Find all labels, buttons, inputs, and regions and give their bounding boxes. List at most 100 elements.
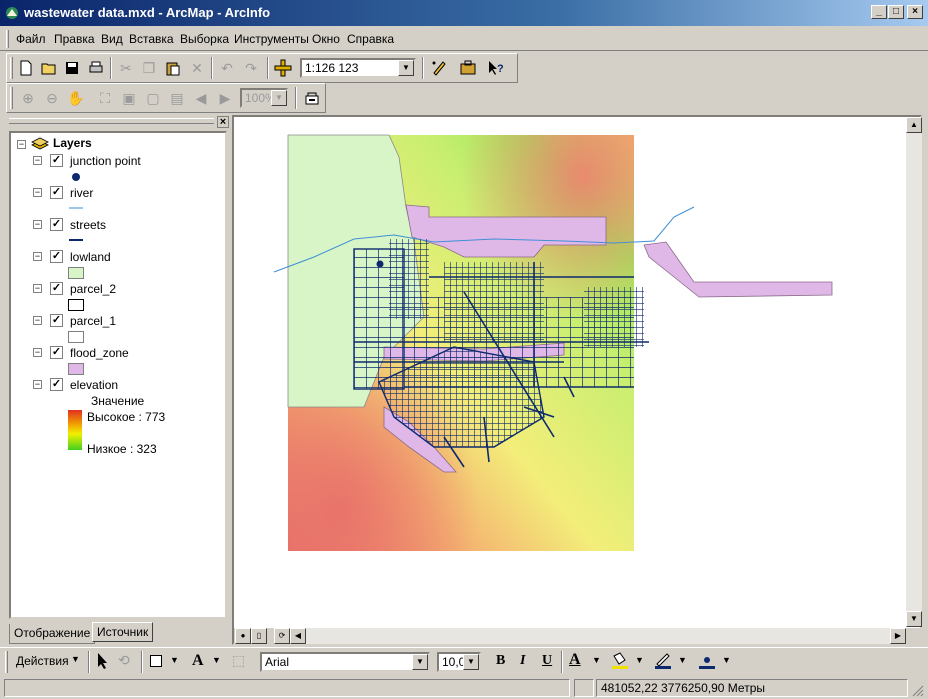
scroll-down-icon[interactable]: ▼ xyxy=(906,611,922,627)
chevron-down-icon[interactable]: ▼ xyxy=(678,655,687,665)
layer-name[interactable]: parcel_2 xyxy=(70,282,116,296)
refresh-icon[interactable]: ⟳ xyxy=(274,628,290,644)
map-canvas[interactable] xyxy=(234,117,904,627)
collapse-layer-toggle[interactable]: − xyxy=(33,380,42,389)
resize-grip-icon[interactable] xyxy=(910,683,924,697)
vertical-scrollbar[interactable]: ▲ ▼ xyxy=(906,117,922,627)
menu-insert[interactable]: Вставка xyxy=(129,32,174,46)
zoom-out-icon[interactable]: ⊖ xyxy=(41,87,63,109)
add-data-icon[interactable] xyxy=(272,57,294,79)
data-view-globe-icon[interactable]: ● xyxy=(235,628,251,644)
arctoolbox-icon[interactable] xyxy=(457,57,479,79)
layer-name[interactable]: parcel_1 xyxy=(70,314,116,328)
save-icon[interactable] xyxy=(61,57,83,79)
toolbar-grip[interactable] xyxy=(5,651,8,673)
zoom-page-icon[interactable]: ▤ xyxy=(166,87,188,109)
copy-icon[interactable]: ❐ xyxy=(138,57,160,79)
menubar-grip[interactable] xyxy=(6,30,9,48)
collapse-layers-toggle[interactable]: − xyxy=(17,140,26,149)
drawing-menu-button[interactable]: Действия xyxy=(16,654,69,668)
layer-visibility-checkbox[interactable]: ✓ xyxy=(50,218,63,231)
pan-icon[interactable]: ✋ xyxy=(65,87,87,109)
rotate-icon[interactable]: ⟲ xyxy=(118,652,130,669)
minimize-button[interactable]: _ xyxy=(871,5,887,19)
maximize-button[interactable]: □ xyxy=(888,5,904,19)
collapse-layer-toggle[interactable]: − xyxy=(33,252,42,261)
toc-close-icon[interactable]: × xyxy=(217,116,229,128)
collapse-layer-toggle[interactable]: − xyxy=(33,156,42,165)
layer-visibility-checkbox[interactable]: ✓ xyxy=(50,378,63,391)
font-color-icon[interactable]: A xyxy=(569,651,581,669)
close-button[interactable]: × xyxy=(907,5,923,19)
layer-name[interactable]: streets xyxy=(70,218,106,232)
line-color-icon[interactable] xyxy=(653,652,673,670)
menu-help[interactable]: Справка xyxy=(347,32,394,46)
tab-source[interactable]: Источник xyxy=(92,622,154,642)
underline-button[interactable]: U xyxy=(542,653,552,669)
layer-name[interactable]: junction point xyxy=(70,154,141,168)
bold-button[interactable]: B xyxy=(496,653,505,669)
collapse-layer-toggle[interactable]: − xyxy=(33,220,42,229)
scroll-right-icon[interactable]: ▶ xyxy=(890,628,906,644)
horizontal-scrollbar[interactable] xyxy=(306,628,890,644)
layers-root-label[interactable]: Layers xyxy=(53,136,92,150)
layer-name[interactable]: elevation xyxy=(70,378,118,392)
cut-icon[interactable]: ✂ xyxy=(115,57,137,79)
layer-visibility-checkbox[interactable]: ✓ xyxy=(50,346,63,359)
rectangle-tool-icon[interactable] xyxy=(150,655,162,667)
menu-window[interactable]: Окно xyxy=(312,32,340,46)
toolbar-grip[interactable] xyxy=(10,87,13,109)
menu-tools[interactable]: Инструменты xyxy=(234,32,309,46)
fixed-zoom-in-icon[interactable]: ▣ xyxy=(118,87,140,109)
chevron-down-icon[interactable]: ▼ xyxy=(722,655,731,665)
editor-toolbar-icon[interactable] xyxy=(428,57,450,79)
menu-file[interactable]: Файл xyxy=(16,32,46,46)
layer-visibility-checkbox[interactable]: ✓ xyxy=(50,154,63,167)
toc-grip[interactable] xyxy=(9,118,214,124)
previous-extent-icon[interactable]: ◀ xyxy=(190,87,212,109)
chevron-down-icon[interactable]: ▼ xyxy=(463,654,479,670)
layer-name[interactable]: river xyxy=(70,186,93,200)
collapse-layer-toggle[interactable]: − xyxy=(33,316,42,325)
toolbar-grip[interactable] xyxy=(10,57,13,79)
edit-vertices-icon[interactable]: ⬚ xyxy=(232,652,245,669)
chevron-down-icon[interactable]: ▼ xyxy=(71,654,80,664)
chevron-down-icon[interactable]: ▼ xyxy=(592,655,601,665)
fixed-zoom-out-icon[interactable]: ▢ xyxy=(142,87,164,109)
layer-visibility-checkbox[interactable]: ✓ xyxy=(50,282,63,295)
new-document-icon[interactable] xyxy=(15,57,37,79)
toggle-draft-mode-icon[interactable] xyxy=(301,87,323,109)
new-text-icon[interactable]: A xyxy=(192,652,204,670)
chevron-down-icon[interactable]: ▼ xyxy=(412,654,428,670)
italic-button[interactable]: I xyxy=(520,653,525,669)
menu-selection[interactable]: Выборка xyxy=(180,32,229,46)
marker-color-icon[interactable] xyxy=(697,652,717,670)
chevron-down-icon[interactable]: ▼ xyxy=(398,60,414,76)
undo-icon[interactable]: ↶ xyxy=(216,57,238,79)
scroll-up-icon[interactable]: ▲ xyxy=(906,117,922,133)
delete-icon[interactable]: ✕ xyxy=(186,57,208,79)
map-view[interactable]: ▲ ▼ ● ▯ ⟳ ◀ ▶ xyxy=(232,115,922,645)
print-icon[interactable] xyxy=(85,57,107,79)
whats-this-help-icon[interactable]: ? xyxy=(485,57,507,79)
collapse-layer-toggle[interactable]: − xyxy=(33,348,42,357)
open-folder-icon[interactable] xyxy=(38,57,60,79)
chevron-down-icon[interactable]: ▼ xyxy=(271,90,287,106)
layer-visibility-checkbox[interactable]: ✓ xyxy=(50,314,63,327)
collapse-layer-toggle[interactable]: − xyxy=(33,188,42,197)
tab-display[interactable]: Отображение xyxy=(9,624,96,644)
layer-visibility-checkbox[interactable]: ✓ xyxy=(50,186,63,199)
fill-color-icon[interactable] xyxy=(610,652,630,670)
menu-view[interactable]: Вид xyxy=(101,32,123,46)
scroll-left-icon[interactable]: ◀ xyxy=(290,628,306,644)
redo-icon[interactable]: ↷ xyxy=(240,57,262,79)
layer-visibility-checkbox[interactable]: ✓ xyxy=(50,250,63,263)
collapse-layer-toggle[interactable]: − xyxy=(33,284,42,293)
chevron-down-icon[interactable]: ▼ xyxy=(635,655,644,665)
menu-edit[interactable]: Правка xyxy=(54,32,95,46)
full-extent-icon[interactable]: ⛶ xyxy=(94,87,116,109)
paste-icon[interactable] xyxy=(162,57,184,79)
next-extent-icon[interactable]: ▶ xyxy=(214,87,236,109)
layout-view-page-icon[interactable]: ▯ xyxy=(251,628,267,644)
font-name-combo[interactable]: Arial xyxy=(260,652,430,672)
